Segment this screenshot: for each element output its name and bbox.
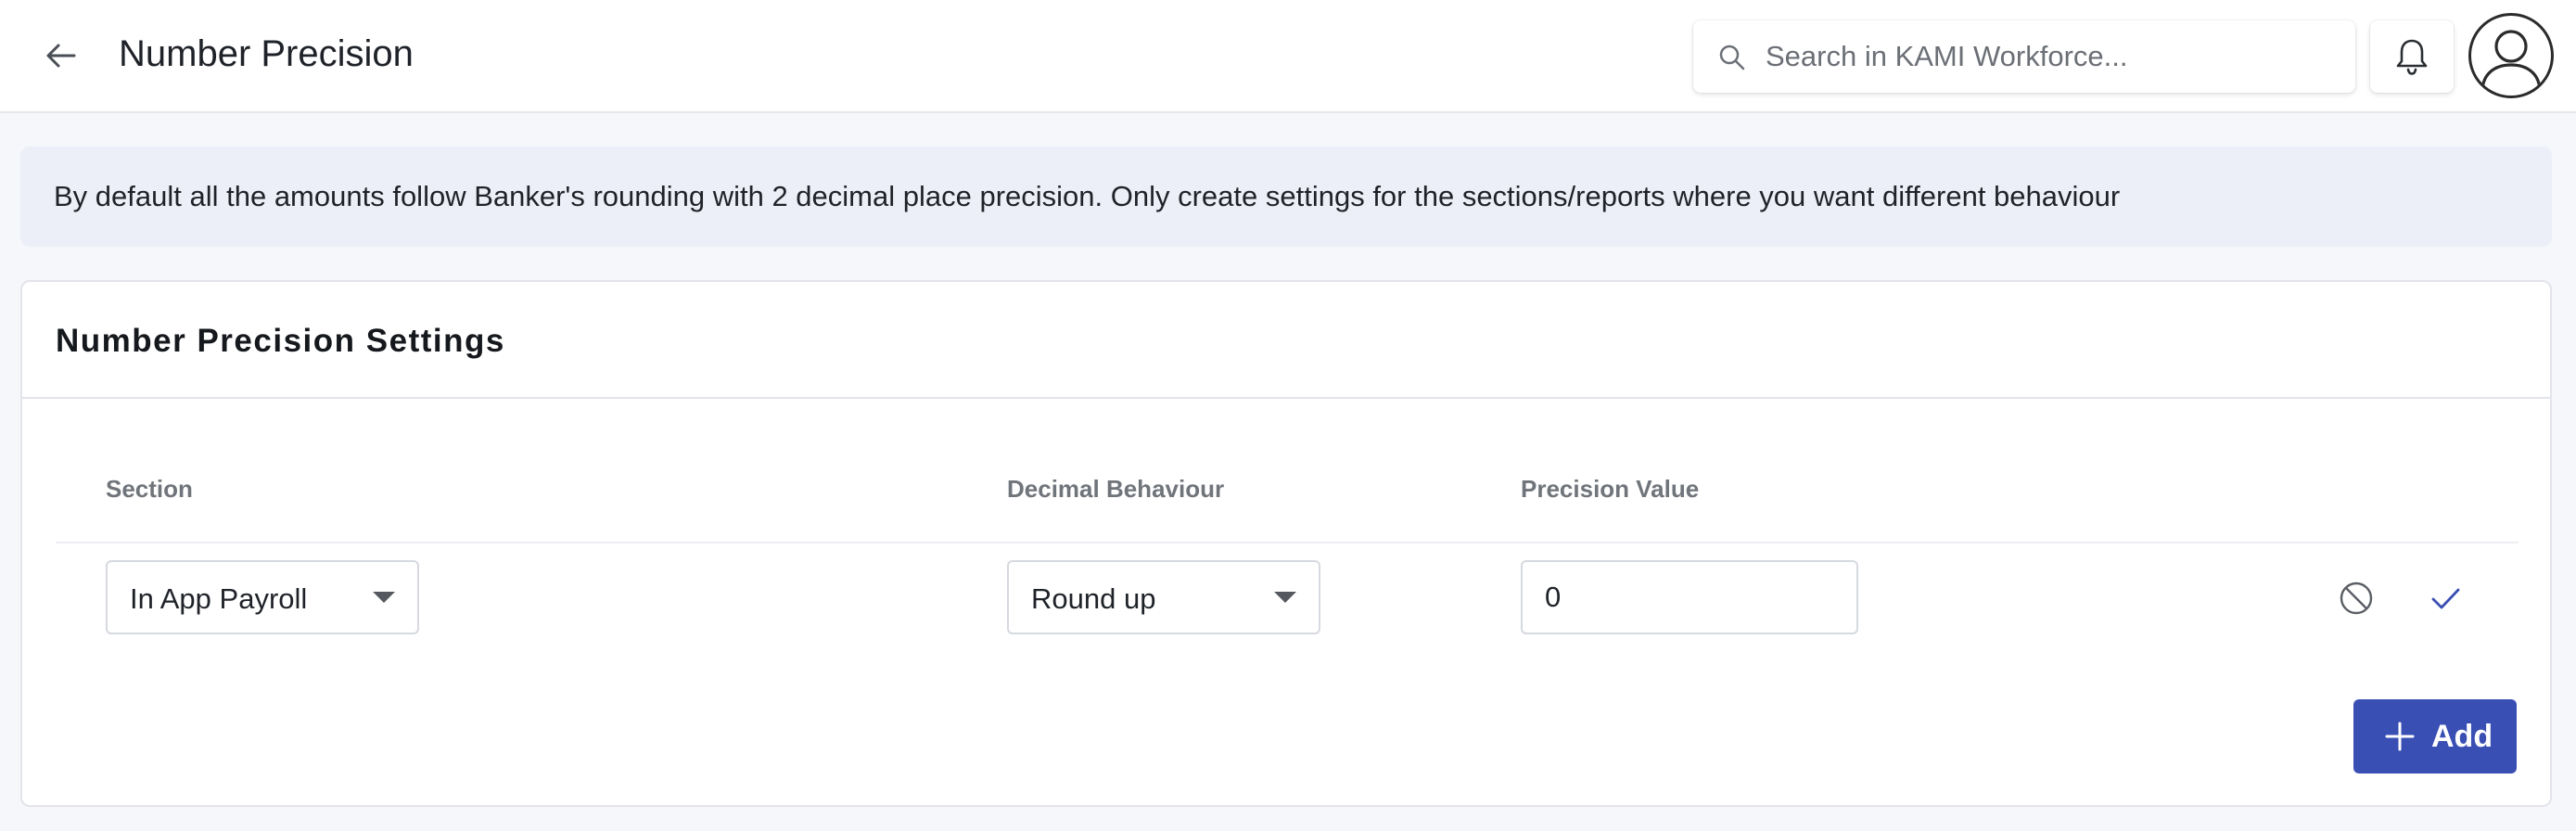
back-button[interactable] [33,28,89,83]
cancel-button[interactable] [2335,577,2378,620]
plus-icon [2385,722,2415,751]
search-input[interactable] [1766,33,2331,80]
check-icon [2431,588,2460,609]
cancel-icon [2340,582,2373,615]
column-header-precision-value: Precision Value [1521,475,1700,503]
confirm-button[interactable] [2424,577,2467,620]
caret-down-icon [373,592,395,603]
decimal-behaviour-select[interactable]: Round up [1007,560,1320,634]
user-avatar[interactable] [2468,13,2554,98]
add-button[interactable]: Add [2353,699,2517,773]
bell-icon [2396,39,2428,75]
number-precision-settings-card: Number Precision Settings Section Decima… [20,280,2552,807]
arrow-left-icon [46,44,76,68]
precision-value-input[interactable] [1521,560,1858,634]
search-box[interactable] [1693,20,2355,93]
section-select-value: In App Payroll [130,582,308,615]
top-bar: Number Precision [0,0,2576,113]
decimal-behaviour-select-value: Round up [1031,582,1156,615]
card-title: Number Precision Settings [56,323,505,359]
card-header: Number Precision Settings [22,282,2550,399]
column-header-section: Section [106,475,193,503]
info-banner-text: By default all the amounts follow Banker… [54,180,2121,212]
header-divider [56,542,2519,543]
add-button-label: Add [2431,719,2493,754]
info-banner: By default all the amounts follow Banker… [20,147,2552,247]
column-header-decimal-behaviour: Decimal Behaviour [1007,475,1225,503]
search-icon [1719,45,1745,70]
caret-down-icon [1274,592,1296,603]
section-select[interactable]: In App Payroll [106,560,419,634]
notifications-button[interactable] [2370,20,2454,93]
page-title: Number Precision [119,33,414,74]
user-icon [2480,30,2542,93]
